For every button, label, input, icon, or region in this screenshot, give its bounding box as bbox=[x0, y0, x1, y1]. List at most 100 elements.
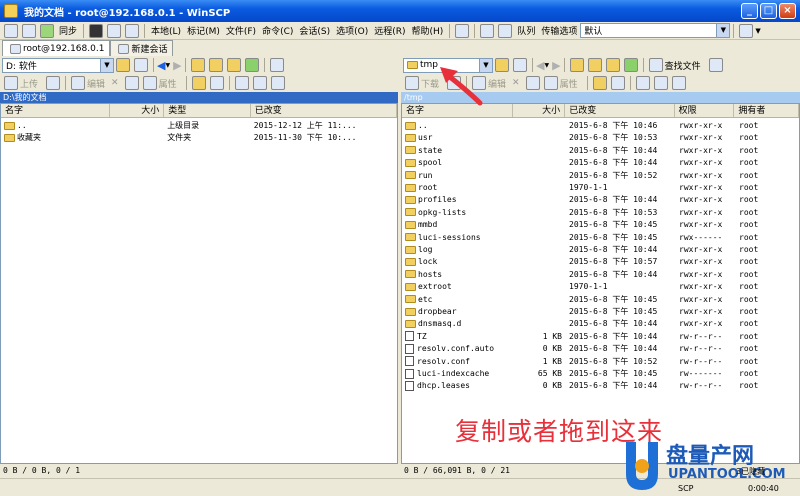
deselect-icon[interactable] bbox=[252, 76, 267, 90]
chevron-down-icon[interactable]: ▼ bbox=[755, 27, 760, 35]
list-item[interactable]: .. 上级目录 2015-12-12 上午 11:... bbox=[1, 120, 397, 132]
menu-remote[interactable]: 远程(R) bbox=[371, 24, 408, 37]
menu-options[interactable]: 选项(O) bbox=[333, 24, 371, 37]
minimize-button[interactable]: _ bbox=[741, 3, 758, 19]
list-item[interactable]: log 2015-6-8 下午 10:44 rwxr-xr-x root bbox=[402, 244, 799, 256]
chevron-down-icon[interactable]: ▼ bbox=[544, 62, 549, 69]
list-item[interactable]: resolv.conf.auto 0 KB 2015-6-8 下午 10:44 rw-… bbox=[402, 343, 799, 355]
delete-icon[interactable]: ✕ bbox=[512, 78, 520, 88]
home-icon[interactable] bbox=[226, 58, 241, 72]
tab-new-session[interactable]: 新建会话 bbox=[110, 40, 174, 56]
column-size[interactable]: 大小 bbox=[110, 104, 165, 117]
tab-session[interactable]: root@192.168.0.1 bbox=[2, 40, 111, 56]
menu-mark[interactable]: 标记(M) bbox=[184, 24, 223, 37]
compare-icon[interactable] bbox=[22, 23, 36, 38]
explorer-icon[interactable] bbox=[125, 23, 140, 38]
transfer-mode-select[interactable]: 默认 ▼ bbox=[580, 23, 731, 38]
column-name[interactable]: 名字 bbox=[1, 104, 111, 117]
select-all-icon[interactable] bbox=[635, 76, 650, 90]
column-changed[interactable]: 已改变 bbox=[251, 104, 397, 117]
column-size[interactable]: 大小 bbox=[513, 104, 566, 117]
parent-dir-icon[interactable] bbox=[190, 58, 205, 72]
list-item[interactable]: run 2015-6-8 下午 10:52 rwxr-xr-x root bbox=[402, 170, 799, 182]
forward-icon[interactable]: ▶ bbox=[173, 59, 181, 72]
list-item[interactable]: opkg-lists 2015-6-8 下午 10:53 rwxr-xr-x root bbox=[402, 207, 799, 219]
rename-icon[interactable] bbox=[525, 76, 540, 90]
menu-help[interactable]: 帮助(H) bbox=[409, 24, 447, 37]
globe-icon[interactable] bbox=[739, 23, 754, 38]
sync-icon[interactable] bbox=[40, 23, 54, 38]
new-file-icon[interactable] bbox=[610, 76, 625, 90]
new-file-icon[interactable] bbox=[209, 76, 224, 90]
list-item[interactable]: .. 2015-6-8 下午 10:46 rwxr-xr-x root bbox=[402, 120, 799, 132]
refresh-icon[interactable] bbox=[623, 58, 638, 72]
list-item[interactable]: hosts 2015-6-8 下午 10:44 rwxr-xr-x root bbox=[402, 269, 799, 281]
list-item[interactable]: dropbear 2015-6-8 下午 10:45 rwxr-xr-x root bbox=[402, 306, 799, 318]
home-icon[interactable] bbox=[605, 58, 620, 72]
filter-icon[interactable] bbox=[134, 58, 148, 72]
close-button[interactable]: × bbox=[779, 3, 796, 19]
tree-icon[interactable] bbox=[708, 58, 723, 72]
preferences-icon[interactable] bbox=[455, 23, 470, 38]
menu-commands[interactable]: 命令(C) bbox=[259, 24, 296, 37]
queue-icon[interactable] bbox=[480, 23, 495, 38]
menu-file[interactable]: 文件(F) bbox=[223, 24, 259, 37]
list-item[interactable]: TZ 1 KB 2015-6-8 下午 10:44 rw-r--r-- root bbox=[402, 331, 799, 343]
list-item[interactable]: luci-sessions 2015-6-8 下午 10:45 rwx------ r… bbox=[402, 232, 799, 244]
column-type[interactable]: 类型 bbox=[164, 104, 251, 117]
list-item[interactable]: mmbd 2015-6-8 下午 10:45 rwxr-xr-x root bbox=[402, 219, 799, 231]
select-all-icon[interactable] bbox=[234, 76, 249, 90]
list-item[interactable]: root 1970-1-1 rwxr-xr-x root bbox=[402, 182, 799, 194]
open-folder-icon[interactable] bbox=[116, 58, 130, 72]
find-files-button[interactable]: 查找文件 bbox=[647, 58, 701, 72]
list-item[interactable]: spool 2015-6-8 下午 10:44 rwxr-xr-x root bbox=[402, 157, 799, 169]
list-item[interactable]: state 2015-6-8 下午 10:44 rwxr-xr-x root bbox=[402, 145, 799, 157]
list-item[interactable]: usr 2015-6-8 下午 10:53 rwxr-xr-x root bbox=[402, 132, 799, 144]
console-icon[interactable] bbox=[89, 23, 104, 38]
menu-session[interactable]: 会话(S) bbox=[296, 24, 333, 37]
delete-icon[interactable]: ✕ bbox=[111, 78, 119, 88]
filter-icon[interactable] bbox=[270, 76, 285, 90]
new-folder-icon[interactable] bbox=[191, 76, 206, 90]
root-dir-icon[interactable] bbox=[587, 58, 602, 72]
copy-icon[interactable] bbox=[46, 76, 61, 90]
column-changed[interactable]: 已改变 bbox=[565, 104, 675, 117]
filter-icon[interactable] bbox=[513, 58, 527, 72]
forward-icon[interactable]: ▶ bbox=[552, 59, 560, 72]
list-item[interactable]: profiles 2015-6-8 下午 10:44 rwxr-xr-x root bbox=[402, 194, 799, 206]
list-item[interactable]: luci-indexcache 65 KB 2015-6-8 下午 10:45 rw-… bbox=[402, 368, 799, 380]
list-item[interactable]: extroot 1970-1-1 rwxr-xr-x root bbox=[402, 281, 799, 293]
list-item[interactable]: resolv.conf 1 KB 2015-6-8 下午 10:52 rw-r--r-… bbox=[402, 356, 799, 368]
properties-button[interactable]: 属性 bbox=[542, 76, 578, 90]
list-item[interactable]: dnsmasq.d 2015-6-8 下午 10:44 rwxr-xr-x root bbox=[402, 318, 799, 330]
find-icon[interactable] bbox=[269, 58, 284, 72]
refresh-icon[interactable] bbox=[244, 58, 259, 72]
upload-button[interactable]: 上传 bbox=[2, 76, 38, 90]
deselect-icon[interactable] bbox=[653, 76, 668, 90]
properties-button[interactable]: 属性 bbox=[141, 76, 177, 90]
queue-list-icon[interactable] bbox=[498, 23, 513, 38]
list-item[interactable]: 收藏夹 文件夹 2015-11-30 下午 10:... bbox=[1, 132, 397, 144]
local-file-list[interactable]: 名字 大小 类型 已改变 .. 上级目录 2015-12-12 上午 11:... 收… bbox=[0, 103, 398, 464]
local-drive-select[interactable]: D: 软件 ▼ bbox=[2, 57, 114, 73]
root-dir-icon[interactable] bbox=[208, 58, 223, 72]
column-owner[interactable]: 拥有者 bbox=[734, 104, 799, 117]
back-icon[interactable]: ◀ bbox=[536, 59, 544, 72]
putty-icon[interactable] bbox=[107, 23, 122, 38]
list-item[interactable]: dhcp.leases 0 KB 2015-6-8 下午 10:44 rw-r--r-… bbox=[402, 380, 799, 392]
menu-local[interactable]: 本地(L) bbox=[148, 24, 184, 37]
list-item[interactable]: etc 2015-6-8 下午 10:45 rwxr-xr-x root bbox=[402, 294, 799, 306]
list-item[interactable]: lock 2015-6-8 下午 10:57 rwxr-xr-x root bbox=[402, 256, 799, 268]
rename-icon[interactable] bbox=[124, 76, 139, 90]
new-folder-icon[interactable] bbox=[592, 76, 607, 90]
parent-dir-icon[interactable] bbox=[569, 58, 584, 72]
local-path-bar[interactable]: D:\我的文档 bbox=[0, 92, 398, 103]
download-button[interactable]: 下载 bbox=[403, 76, 439, 90]
add-icon[interactable] bbox=[4, 23, 18, 38]
sync-button[interactable]: 同步 bbox=[56, 24, 80, 37]
back-icon[interactable]: ◀ bbox=[157, 59, 165, 72]
chevron-down-icon[interactable]: ▼ bbox=[165, 62, 170, 69]
column-permissions[interactable]: 权限 bbox=[675, 104, 735, 117]
remote-file-list[interactable]: 名字 大小 已改变 权限 拥有者 .. 2015-6-8 下午 10:46 rwxr… bbox=[401, 103, 800, 464]
maximize-button[interactable]: □ bbox=[760, 3, 777, 19]
